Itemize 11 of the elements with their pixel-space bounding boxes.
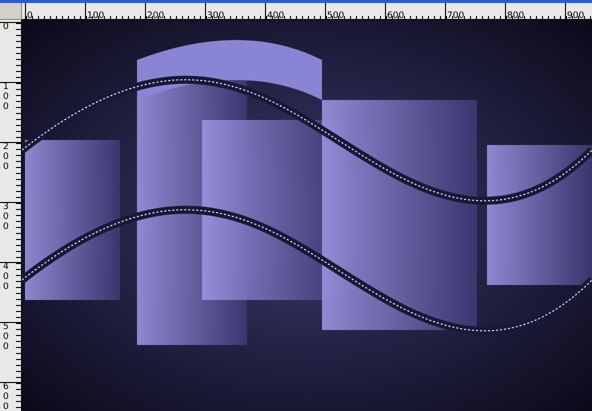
ruler-label: 300 bbox=[206, 11, 224, 19]
ruler-label: 0 bbox=[26, 11, 33, 19]
ruler-label: 600 bbox=[386, 11, 404, 19]
ruler-label: 500 bbox=[326, 11, 344, 19]
ruler-label: 800 bbox=[506, 11, 524, 19]
ruler-label: 100 bbox=[86, 11, 104, 19]
ruler-label: 900 bbox=[566, 11, 584, 19]
ruler-label: 400 bbox=[266, 11, 284, 19]
ruler-label: 700 bbox=[446, 11, 464, 19]
ruler-label: 200 bbox=[146, 11, 164, 19]
ruler-corner bbox=[0, 3, 22, 20]
